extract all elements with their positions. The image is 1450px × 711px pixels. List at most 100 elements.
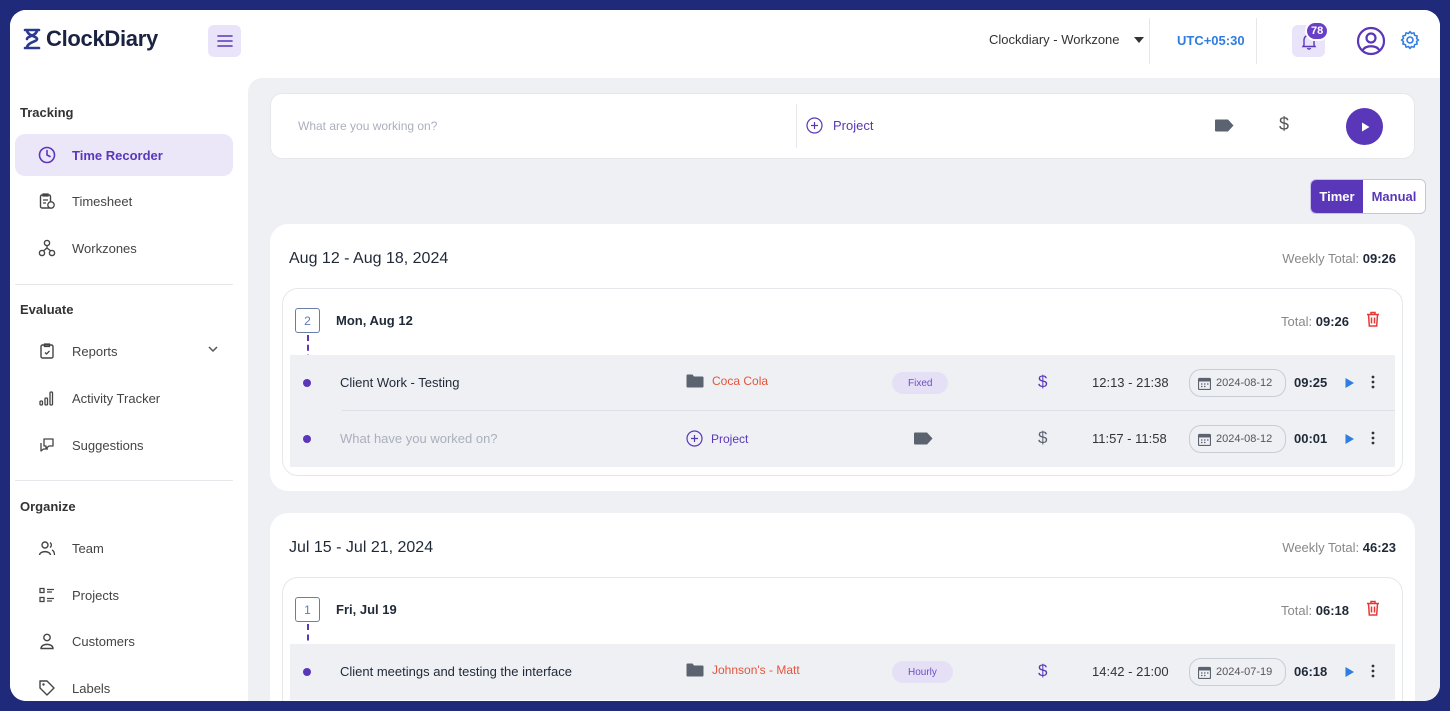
main-content: What are you working on? Project $ Timer… [248,78,1440,701]
entry-description[interactable]: Client Work - Testing [340,375,459,390]
divider [1256,18,1257,64]
week-card: Jul 15 - Jul 21, 2024 Weekly Total: 46:2… [270,513,1415,701]
entry-time-range[interactable]: 14:42 - 21:00 [1092,664,1169,679]
workspace-selector[interactable]: Clockdiary - Workzone [989,32,1144,47]
timer-mode-button[interactable]: Timer [1311,180,1363,213]
sidebar-item-activity-tracker[interactable]: Activity Tracker [15,377,233,419]
week-card: Aug 12 - Aug 18, 2024 Weekly Total: 09:2… [270,224,1415,491]
entry-description-input[interactable]: What have you worked on? [340,431,498,446]
divider [15,284,233,285]
hourglass-logo-icon [23,28,41,50]
time-entry-row[interactable]: Client meetings and testing the interfac… [290,644,1395,700]
trash-icon[interactable] [1366,311,1380,327]
entry-project-name: Johnson's - Matt [712,663,800,677]
entry-count-badge[interactable]: 1 [295,597,320,622]
sidebar-item-label: Timesheet [72,193,133,209]
bar-chart-icon [39,391,54,406]
entry-date-picker[interactable]: 2024-07-19 [1189,658,1286,686]
play-icon [1361,122,1369,131]
tag-icon[interactable] [913,432,933,445]
play-icon[interactable] [1344,666,1355,678]
sidebar-item-label: Projects [72,587,119,603]
billable-dollar-icon[interactable]: $ [1038,372,1047,392]
sidebar-item-time-recorder[interactable]: Time Recorder [15,134,233,176]
week-range: Jul 15 - Jul 21, 2024 [289,539,434,556]
sidebar-item-label: Time Recorder [72,147,163,163]
time-entry-row[interactable]: What have you worked on? Project $ 11:57… [290,411,1395,467]
folder-icon [686,374,704,388]
weekly-total: Weekly Total: 46:23 [1282,540,1396,555]
top-bar: ClockDiary Clockdiary - Workzone UTC+05:… [10,10,1440,78]
entry-duration[interactable]: 09:25 [1294,375,1327,390]
add-project-button[interactable]: Project [806,117,873,134]
billing-type-badge[interactable]: Fixed [892,372,949,394]
chevron-down-icon[interactable] [207,343,219,355]
day-label: Fri, Jul 19 [336,602,397,617]
sidebar-item-reports[interactable]: Reports [15,330,233,372]
play-icon[interactable] [1344,433,1355,445]
weekly-total-label: Weekly Total: [1282,251,1360,266]
timeline-dot [303,379,311,387]
sidebar-item-customers[interactable]: Customers [15,620,233,662]
entry-date-picker[interactable]: 2024-08-12 [1189,369,1286,397]
sidebar-item-team[interactable]: Team [15,527,233,569]
billing-type-badge[interactable]: Hourly [892,661,953,683]
entry-description[interactable]: Client meetings and testing the interfac… [340,664,572,679]
sidebar-item-labels[interactable]: Labels [15,667,233,701]
tag-icon[interactable] [1214,119,1234,132]
menu-toggle-button[interactable] [208,25,241,57]
day-card: 2 Mon, Aug 12 Total: 09:26 Client Work -… [282,288,1403,476]
sidebar: Tracking Time Recorder Timesheet Workzon… [10,78,248,701]
more-vertical-icon[interactable] [1371,374,1375,390]
plus-circle-icon [806,117,823,134]
project-label: Project [833,118,874,133]
billable-dollar-icon[interactable]: $ [1038,661,1047,681]
day-total: Total: 06:18 [1281,603,1349,618]
plus-circle-icon [686,430,703,447]
entry-duration[interactable]: 06:18 [1294,664,1327,679]
entry-date: 2024-07-19 [1216,666,1273,678]
weekly-total-value: 46:23 [1362,540,1396,555]
sidebar-item-timesheet[interactable]: Timesheet [15,180,233,222]
label-icon [39,680,55,696]
more-vertical-icon[interactable] [1371,430,1375,446]
time-entry-row[interactable]: Client Work - Testing Coca Cola Fixed $ … [290,355,1395,411]
entry-count-badge[interactable]: 2 [295,308,320,333]
sidebar-item-label: Workzones [72,240,137,256]
user-account-icon[interactable] [1356,26,1386,56]
entry-date-picker[interactable]: 2024-08-12 [1189,425,1286,453]
sidebar-item-projects[interactable]: Projects [15,574,233,616]
entry-time-range[interactable]: 12:13 - 21:38 [1092,375,1169,390]
entry-project[interactable]: Coca Cola [686,374,768,388]
logo[interactable]: ClockDiary [22,26,158,52]
add-project-button[interactable]: Project [686,430,748,447]
workspace-name: Clockdiary - Workzone [989,32,1120,47]
manual-mode-button[interactable]: Manual [1363,180,1425,213]
day-total-value: 09:26 [1315,314,1349,329]
team-icon [38,541,56,556]
sidebar-item-suggestions[interactable]: Suggestions [15,424,233,466]
more-vertical-icon[interactable] [1371,663,1375,679]
sidebar-item-label: Labels [72,680,111,696]
day-total: Total: 09:26 [1281,314,1349,329]
billable-dollar-icon[interactable]: $ [1038,428,1047,448]
mode-toggle: Timer Manual [1310,179,1426,214]
sidebar-item-label: Reports [72,343,118,359]
sidebar-item-workzones[interactable]: Workzones [15,227,233,269]
gear-icon[interactable] [1400,30,1420,50]
weekly-total-value: 09:26 [1362,251,1396,266]
timezone-label[interactable]: UTC+05:30 [1177,33,1245,48]
projects-icon [39,587,54,603]
entry-project-name: Project [711,431,749,446]
start-timer-button[interactable] [1346,108,1383,145]
task-description-input[interactable]: What are you working on? [298,119,437,133]
day-card: 1 Fri, Jul 19 Total: 06:18 Client meetin… [282,577,1403,701]
trash-icon[interactable] [1366,600,1380,616]
entry-time-range[interactable]: 11:57 - 11:58 [1092,431,1167,446]
entry-project[interactable]: Johnson's - Matt [686,663,800,677]
entry-duration[interactable]: 00:01 [1294,431,1327,446]
week-range: Aug 12 - Aug 18, 2024 [289,250,449,267]
play-icon[interactable] [1344,377,1355,389]
billable-dollar-icon[interactable]: $ [1279,114,1289,135]
divider [1149,18,1150,64]
